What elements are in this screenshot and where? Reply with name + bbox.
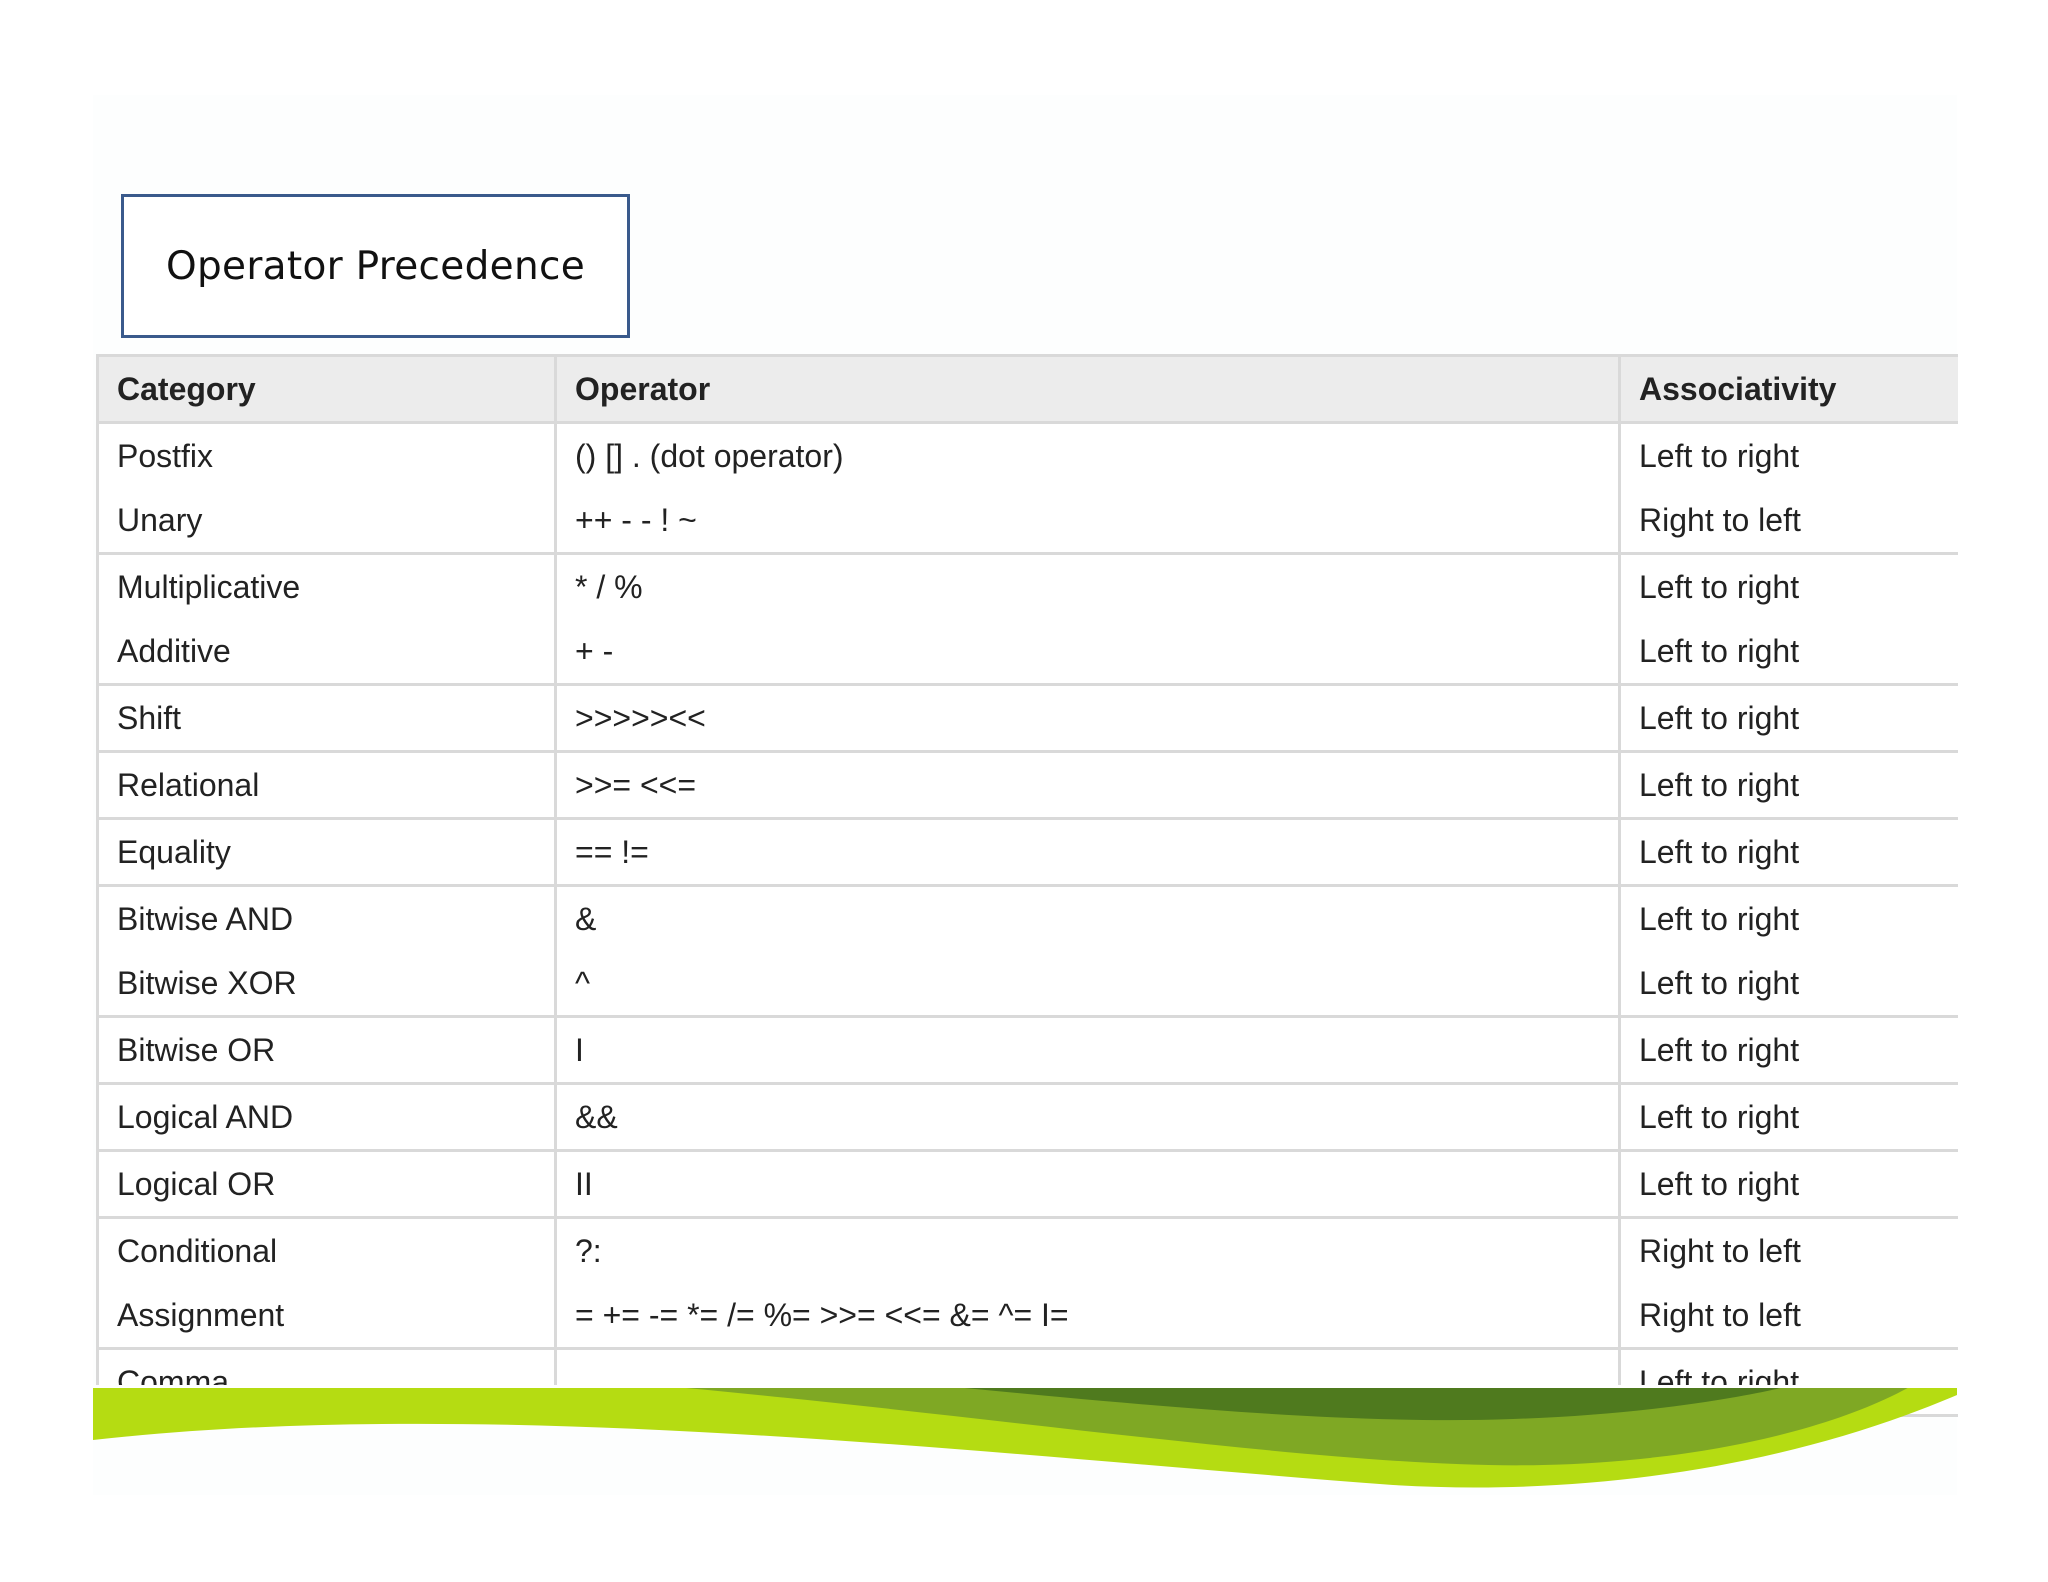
table-row: Postfix() [] . (dot operator) Left to rig… (96, 422, 1958, 488)
table-row: Conditional?: Right to left (96, 1217, 1958, 1283)
associativity-cell: Left to right (1619, 422, 1958, 488)
associativity-cell: Left to right (1619, 1016, 1958, 1085)
operator-cell: II (554, 1150, 1621, 1219)
category-cell: Bitwise AND (96, 885, 556, 951)
associativity-cell: Left to right (1619, 553, 1958, 619)
table-header-row: Category Operator Associativity (96, 354, 1958, 424)
operator-cell: ++ - - ! ~ (554, 488, 1621, 555)
associativity-cell: Right to left (1619, 488, 1958, 555)
category-cell: Logical OR (96, 1150, 556, 1219)
operator-cell: + - (554, 619, 1621, 686)
category-cell: Relational (96, 751, 556, 820)
category-cell: Logical AND (96, 1083, 556, 1152)
operator-cell: == != (554, 818, 1621, 887)
header-operator: Operator (554, 354, 1621, 424)
header-category: Category (96, 354, 556, 424)
title-box: Operator Precedence (121, 194, 630, 338)
operator-cell: I (554, 1016, 1621, 1085)
category-cell: Assignment (96, 1283, 556, 1350)
precedence-table-container: Category Operator Associativity Postfix(… (96, 354, 1958, 1417)
table-row: Additive + - Left to right (96, 619, 1958, 686)
associativity-cell: Left to right (1619, 619, 1958, 686)
operator-cell: = += -= *= /= %= >>= <<= &= ^= I= (554, 1283, 1621, 1350)
operator-cell: ?: (554, 1217, 1621, 1283)
operator-cell: ^ (554, 951, 1621, 1018)
category-cell: Multiplicative (96, 553, 556, 619)
associativity-cell: Left to right (1619, 818, 1958, 887)
decorative-wave (93, 1385, 1957, 1488)
category-cell: Bitwise OR (96, 1016, 556, 1085)
category-cell: Conditional (96, 1217, 556, 1283)
table-row: Logical AND && Left to right (96, 1083, 1958, 1152)
table-row: Multiplicative * / % Left to right (96, 553, 1958, 619)
table-body: Postfix() [] . (dot operator) Left to rig… (96, 422, 1958, 1417)
operator-cell: >>= <<= (554, 751, 1621, 820)
associativity-cell: Left to right (1619, 1083, 1958, 1152)
associativity-cell: Left to right (1619, 951, 1958, 1018)
associativity-cell: Left to right (1619, 1150, 1958, 1219)
associativity-cell: Left to right (1619, 751, 1958, 820)
associativity-cell: Right to left (1619, 1217, 1958, 1283)
wave-top-white (93, 1385, 1957, 1388)
table-row: Equality == != Left to right (96, 818, 1958, 887)
table-row: Bitwise AND & Left to right (96, 885, 1958, 951)
operator-cell: * / % (554, 553, 1621, 619)
operator-cell: & (554, 885, 1621, 951)
category-cell: Shift (96, 684, 556, 753)
operator-precedence-table: Category Operator Associativity Postfix(… (96, 354, 1958, 1417)
table-row: Shift >>>>><< Left to right (96, 684, 1958, 753)
operator-cell: && (554, 1083, 1621, 1152)
table-row: Bitwise XOR ^ Left to right (96, 951, 1958, 1018)
header-associativity: Associativity (1619, 354, 1958, 424)
associativity-cell: Left to right (1619, 885, 1958, 951)
associativity-cell: Right to left (1619, 1283, 1958, 1350)
category-cell: Additive (96, 619, 556, 686)
table-row: Logical OR II Left to right (96, 1150, 1958, 1219)
slide-title: Operator Precedence (165, 243, 585, 289)
operator-cell: >>>>><< (554, 684, 1621, 753)
category-cell: Bitwise XOR (96, 951, 556, 1018)
table-row: Unary ++ - - ! ~ Right to left (96, 488, 1958, 555)
associativity-cell: Left to right (1619, 684, 1958, 753)
table-row: Assignment = += -= *= /= %= >>= <<= &= ^=… (96, 1283, 1958, 1350)
category-cell: Equality (96, 818, 556, 887)
category-cell: Postfix (96, 422, 556, 488)
table-row: Bitwise OR I Left to right (96, 1016, 1958, 1085)
table-row: Relational >>= <<= Left to right (96, 751, 1958, 820)
operator-cell: () [] . (dot operator) (554, 422, 1621, 488)
category-cell: Unary (96, 488, 556, 555)
